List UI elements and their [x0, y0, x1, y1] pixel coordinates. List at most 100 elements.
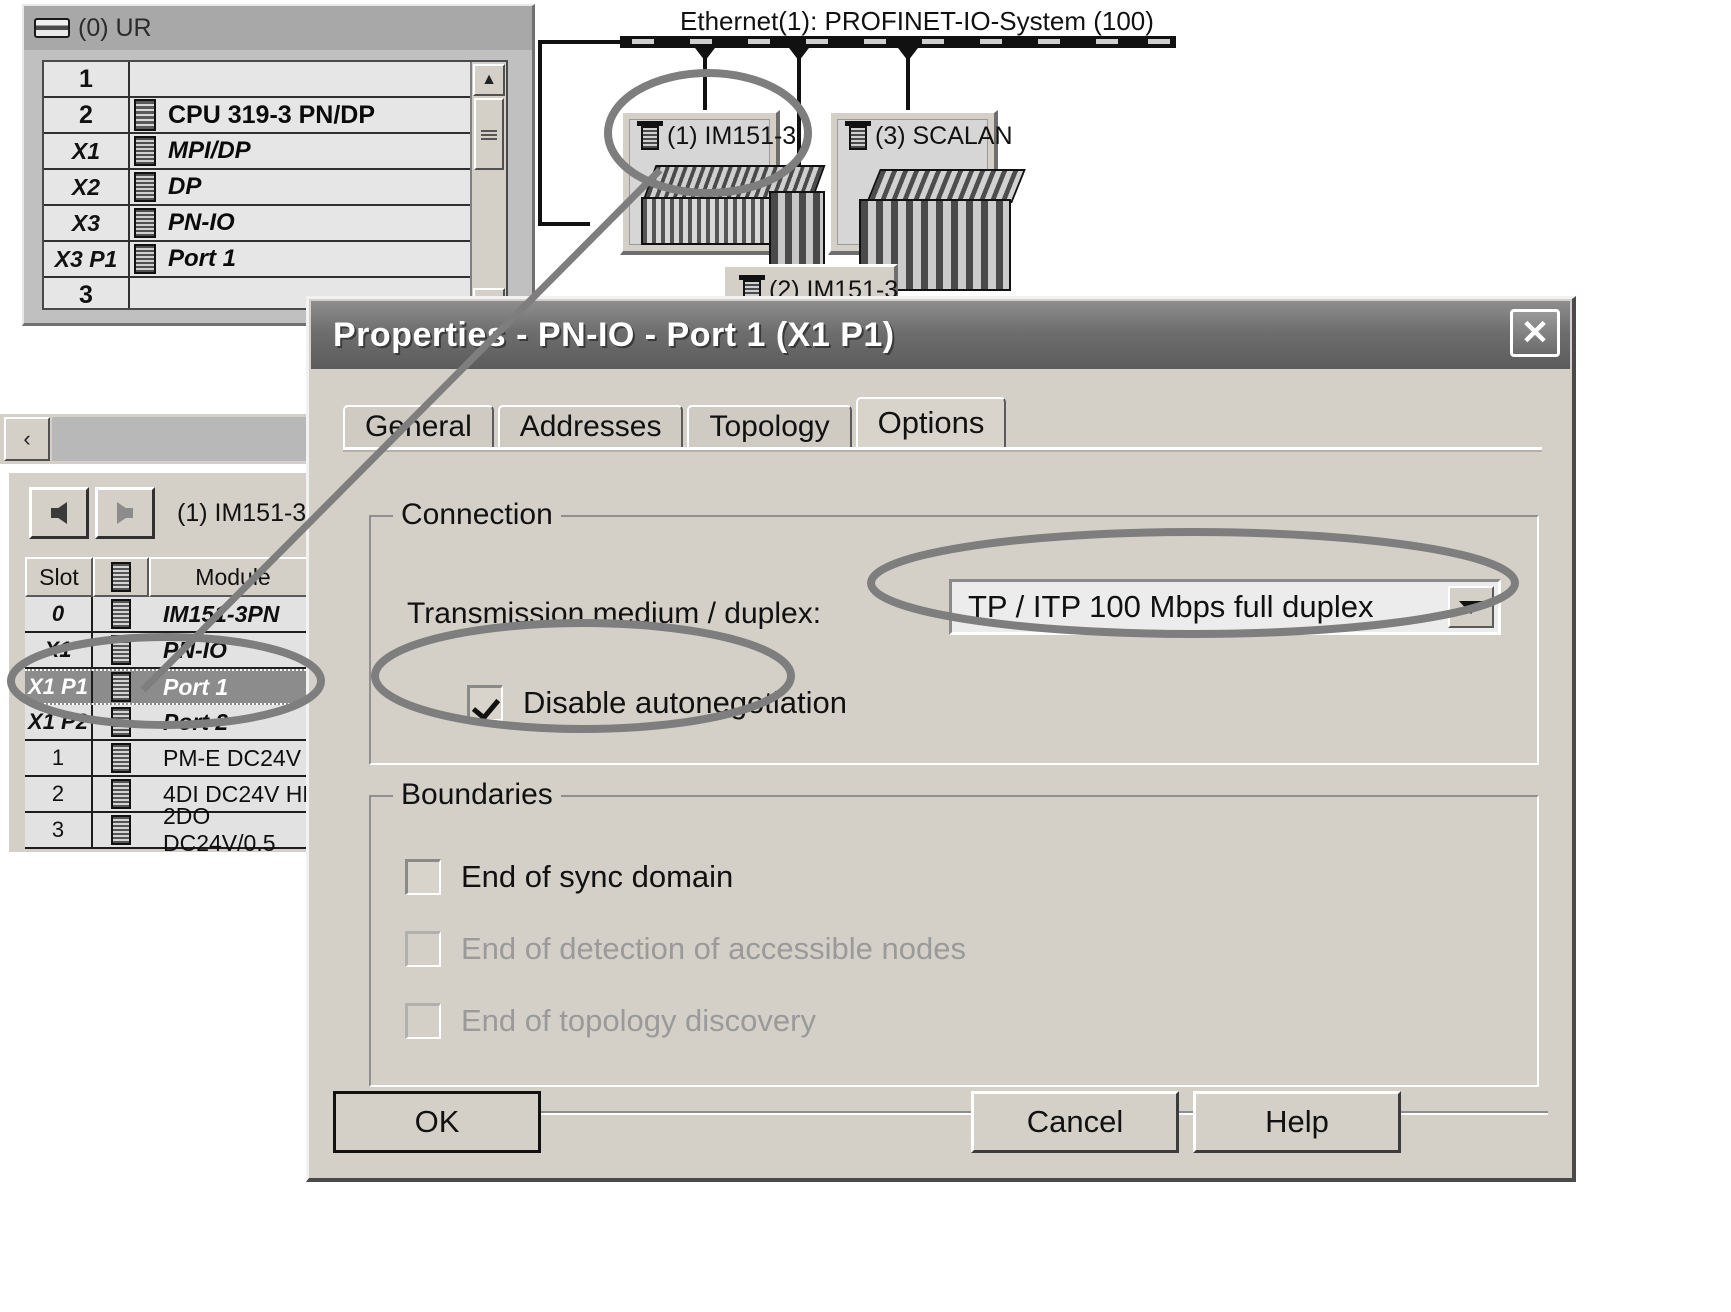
module-icon: [134, 172, 156, 202]
rack-slot-grid[interactable]: 1 2 CPU 319-3 PN/DP X1 MPI/DP X2 DP X3 P…: [42, 60, 508, 310]
row-icon: [93, 597, 149, 631]
rack-row-slot: 1: [44, 62, 130, 96]
arrow-left-icon: [51, 502, 67, 524]
scroll-up-button[interactable]: ▲: [473, 64, 505, 96]
table-row-selected[interactable]: X1 P1 Port 1: [25, 669, 317, 705]
rack-row-module: Port 1: [130, 242, 506, 276]
tab-underline-shadow: [343, 450, 1542, 452]
module-icon: [111, 599, 131, 629]
table-row[interactable]: 3 2DO DC24V/0.5: [25, 803, 317, 856]
rack-row-slot: X3 P1: [44, 242, 130, 276]
row-slot: 2: [25, 777, 93, 811]
module-icon: [111, 707, 131, 737]
device-node-header: (3) SCALAN: [839, 115, 1013, 151]
rack-row-slot: 3: [44, 278, 130, 308]
device-node-im151-3-1[interactable]: (1) IM151-3: [620, 110, 826, 303]
row-slot: X1 P2: [25, 705, 93, 739]
tab-options[interactable]: Options: [855, 397, 1007, 447]
table-row[interactable]: 0 IM151-3PN: [25, 597, 317, 633]
scrollbar-thumb[interactable]: [474, 98, 504, 170]
rack-row-slot: 2: [44, 98, 130, 132]
disable-autonegotiation-checkbox[interactable]: [467, 685, 503, 721]
module-icon: [111, 562, 131, 592]
row-slot: 0: [25, 597, 93, 631]
transmission-medium-label: Transmission medium / duplex:: [407, 597, 822, 630]
end-of-topology-discovery-checkbox: [405, 1003, 441, 1039]
module-icon: [111, 743, 131, 773]
bus-elbow: [538, 40, 542, 226]
rack-row[interactable]: X3 PN-IO: [44, 206, 506, 242]
rack-row[interactable]: X2 DP: [44, 170, 506, 206]
end-of-sync-domain-checkbox[interactable]: [405, 859, 441, 895]
dialog-titlebar[interactable]: Properties - PN-IO - Port 1 (X1 P1): [311, 301, 1570, 369]
end-of-sync-domain-checkbox-row[interactable]: End of sync domain: [405, 859, 733, 895]
disable-autonegotiation-checkbox-row[interactable]: Disable autonegotiation: [467, 685, 847, 721]
connection-group-title: Connection: [393, 498, 561, 532]
rack-row[interactable]: 2 CPU 319-3 PN/DP: [44, 98, 506, 134]
profinet-bus-label: Ethernet(1): PROFINET-IO-System (100): [680, 6, 1154, 36]
tab-addresses[interactable]: Addresses: [497, 405, 684, 447]
row-slot: X1: [25, 633, 93, 667]
table-row[interactable]: X1 PN-IO: [25, 633, 317, 669]
rack-row-module: CPU 319-3 PN/DP: [130, 98, 506, 132]
boundaries-group-title: Boundaries: [393, 778, 561, 812]
slot-table[interactable]: Slot Module 0 IM151-3PN X1 PN-IO X1 P1 P…: [25, 557, 317, 856]
cancel-button[interactable]: Cancel: [971, 1091, 1179, 1153]
row-slot: 3: [25, 813, 93, 847]
scrollbar-grip-icon: [481, 128, 497, 140]
rack-row-module: [130, 62, 506, 96]
chevron-down-icon: [1459, 600, 1483, 614]
column-header-icon[interactable]: [93, 557, 149, 597]
row-module: 2DO DC24V/0.5: [163, 803, 276, 856]
table-row[interactable]: X1 P2 Port 2: [25, 705, 317, 741]
rack-row-module-label: PN-IO: [168, 209, 235, 236]
end-of-detection-label: End of detection of accessible nodes: [461, 931, 966, 966]
rack-row-module: PN-IO: [130, 206, 506, 240]
module-icon: [134, 136, 156, 166]
scrollbar-track[interactable]: [52, 417, 310, 461]
end-of-detection-checkbox: [405, 931, 441, 967]
bus-elbow: [538, 222, 590, 226]
transmission-medium-value: TP / ITP 100 Mbps full duplex: [968, 589, 1374, 624]
rack-row-module: MPI/DP: [130, 134, 506, 168]
tab-topology[interactable]: Topology: [687, 405, 852, 447]
transmission-medium-dropdown[interactable]: TP / ITP 100 Mbps full duplex: [949, 579, 1501, 635]
rack-row-module-label: CPU 319-3 PN/DP: [168, 100, 376, 129]
device-node-scalance[interactable]: (3) SCALAN: [828, 110, 1026, 291]
tab-strip: General Addresses Topology Options: [343, 397, 1542, 447]
row-icon: [93, 633, 149, 667]
row-icon: [93, 777, 149, 811]
rack-scrollbar[interactable]: ▲ ▼: [470, 62, 506, 308]
table-row[interactable]: 1 PM-E DC24V: [25, 741, 317, 777]
rack-row[interactable]: X1 MPI/DP: [44, 134, 506, 170]
rack-window-titlebar: (0) UR: [24, 6, 532, 50]
disable-autonegotiation-label: Disable autonegotiation: [523, 685, 848, 720]
scroll-left-button[interactable]: ‹: [4, 417, 50, 461]
row-icon: [93, 705, 149, 739]
dropdown-button[interactable]: [1448, 586, 1494, 628]
close-icon[interactable]: ✕: [1510, 309, 1560, 357]
rack-window-title: (0) UR: [78, 13, 152, 42]
device-node-header: (1) IM151-3: [631, 115, 796, 151]
help-button[interactable]: Help: [1193, 1091, 1401, 1153]
nav-back-button[interactable]: [29, 487, 89, 539]
connection-group: Connection Transmission medium / duplex:…: [369, 498, 1539, 765]
horizontal-scrollbar[interactable]: ‹: [0, 412, 312, 464]
nav-forward-button[interactable]: [95, 487, 155, 539]
row-module: PM-E DC24V: [163, 744, 302, 771]
rack-row[interactable]: 1: [44, 62, 506, 98]
device-detail-panel: (1) IM151-3PN Slot Module 0 IM151-3PN X1…: [6, 470, 341, 856]
rack-row-slot: X2: [44, 170, 130, 204]
ok-button[interactable]: OK: [333, 1091, 541, 1153]
end-of-sync-domain-label: End of sync domain: [461, 859, 734, 894]
rack-row[interactable]: X3 P1 Port 1: [44, 242, 506, 278]
column-header-module[interactable]: Module: [149, 557, 317, 597]
profinet-device-icon: [637, 121, 663, 151]
tab-general[interactable]: General: [343, 405, 494, 447]
column-header-slot[interactable]: Slot: [25, 557, 93, 597]
end-of-topology-discovery-checkbox-row: End of topology discovery: [405, 1003, 816, 1039]
row-slot: 1: [25, 741, 93, 775]
station-window: ‹ (1) IM151-3PN Slot Module 0 IM151-3PN …: [0, 412, 341, 856]
row-icon: [93, 813, 149, 847]
row-icon: [93, 671, 149, 703]
